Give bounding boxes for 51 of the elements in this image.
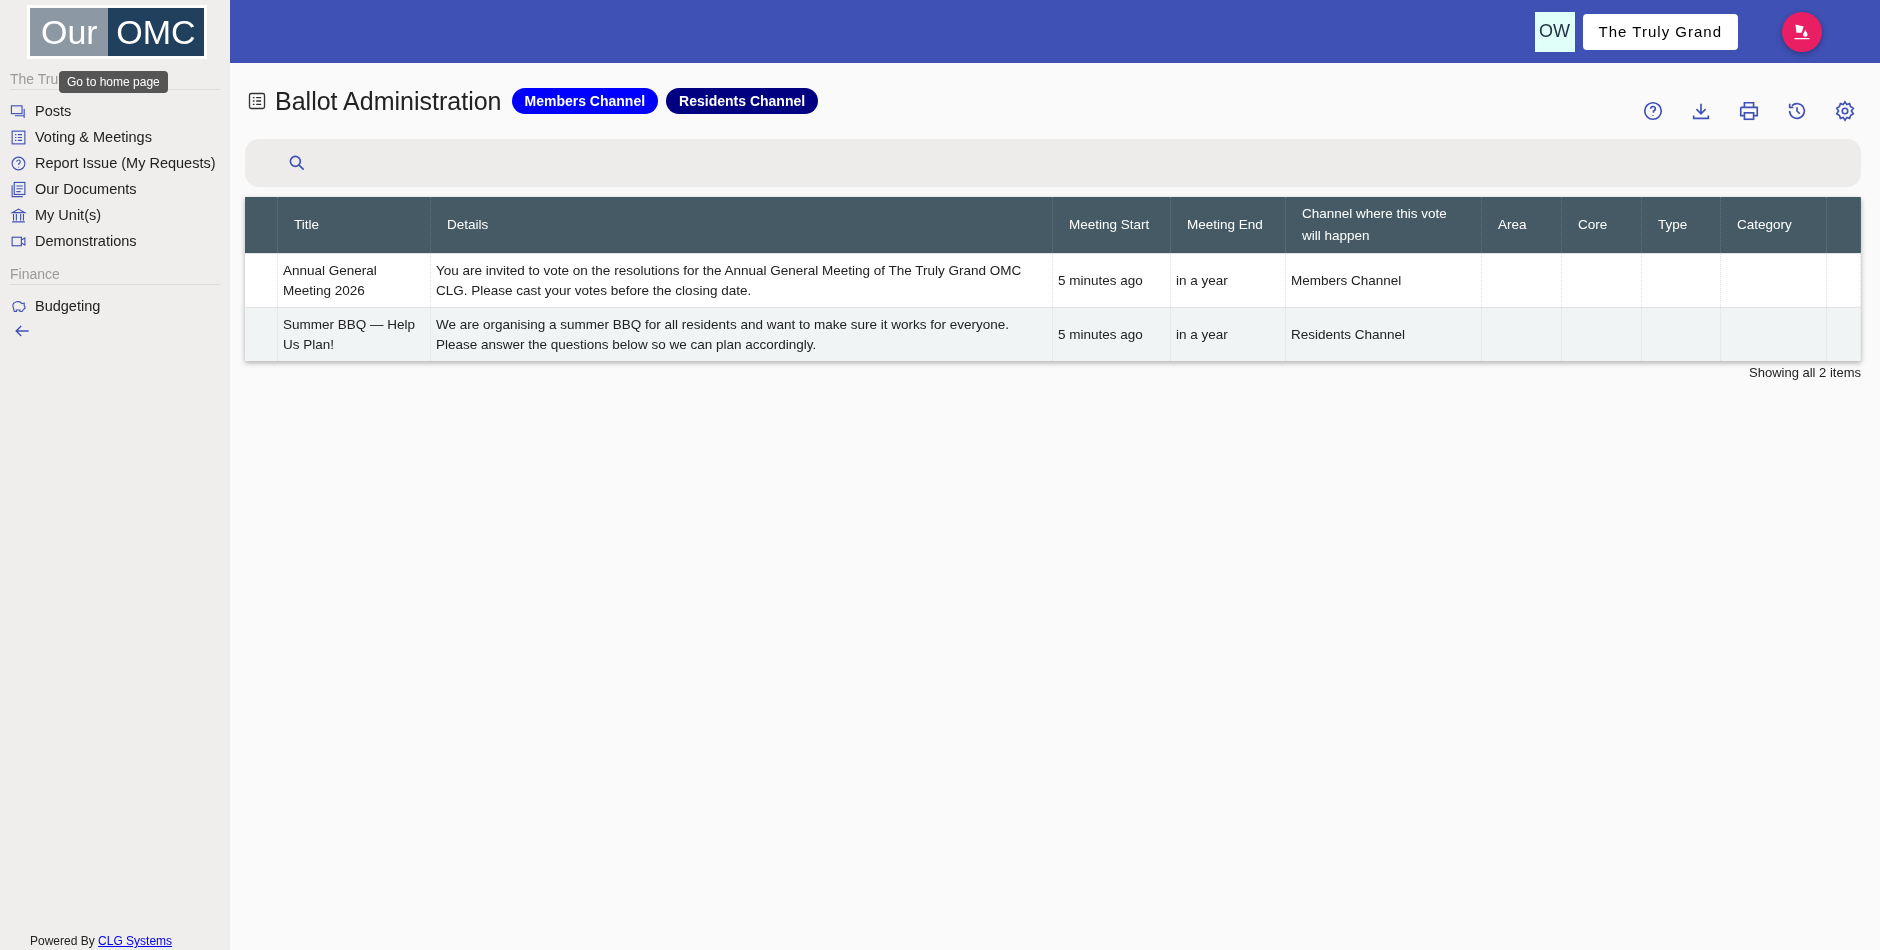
theme-button[interactable] [1782,11,1822,52]
table-cell-text: in a year [1176,325,1228,344]
list-icon [10,128,27,146]
column-header[interactable]: Title [294,214,319,236]
powered-by-text: Powered By CLG Systems [30,934,173,950]
channel-chip[interactable]: Residents Channel [666,88,819,114]
nav-item[interactable]: My Unit(s) [10,202,220,228]
nav-item[interactable]: Report Issue (My Requests) [10,150,220,176]
column-header[interactable]: Area [1498,214,1527,236]
item-count: Showing all 2 items [1748,364,1861,380]
history-icon[interactable] [1786,100,1808,122]
table-cell-text: Members Channel [1291,271,1402,290]
list-icon [247,91,267,111]
nav-item[interactable]: Demonstrations [10,228,220,254]
column-header[interactable]: Meeting End [1187,214,1263,236]
column-header[interactable]: Type [1658,214,1688,236]
user-avatar[interactable]: OW [1534,11,1575,52]
print-icon[interactable] [1738,100,1760,122]
nav-item[interactable]: Voting & Meetings [10,124,220,150]
help-icon[interactable] [1642,100,1664,122]
page-title: Ballot Administration [275,86,502,116]
search-icon [287,153,307,173]
table-cell-text: Summer BBQ — Help Us Plan! [283,315,417,354]
organisation-button[interactable]: The Truly Grand [1582,13,1738,50]
clg-systems-link[interactable]: CLG Systems [98,934,173,948]
help-icon [10,154,27,172]
logo[interactable]: Our OMC [27,5,207,59]
column-header[interactable]: Core [1578,214,1608,236]
nav-group-label: Finance [10,266,220,285]
column-header[interactable]: Category [1737,214,1792,236]
column-header[interactable]: Channel where this vote will happen [1302,203,1465,247]
column-header[interactable]: Details [447,214,489,236]
table-cell-text: Residents Channel [1291,325,1406,344]
nav-item[interactable]: Budgeting [10,293,220,319]
table-cell-text: 5 minutes ago [1058,271,1143,290]
settings-icon[interactable] [1834,100,1856,122]
table-cell-text: 5 minutes ago [1058,325,1143,344]
tooltip: Go to home page [59,71,168,93]
chat-icon [10,102,27,120]
table-cell-text: You are invited to vote on the resolutions for the Annual General Meeting of The Truly Grand OMC CLG. Please cast your votes before the closing date. [436,261,1023,300]
paint-bucket-icon [1792,21,1812,42]
nav-item[interactable]: Posts [10,98,220,124]
table-cell-text: in a year [1176,271,1228,290]
search-field[interactable] [245,139,1861,187]
table-cell-text: We are organising a summer BBQ for all residents and want to make sure it works for everyone. Please answer the questions below so we can plan accordingly. [436,315,1010,354]
column-header[interactable]: Meeting Start [1069,214,1150,236]
document-icon [10,180,27,198]
bank-icon [10,206,27,224]
table-cell-text: Annual General Meeting 2026 [283,261,378,300]
channel-chip[interactable]: Members Channel [511,88,659,114]
nav-item[interactable]: Our Documents [10,176,220,202]
